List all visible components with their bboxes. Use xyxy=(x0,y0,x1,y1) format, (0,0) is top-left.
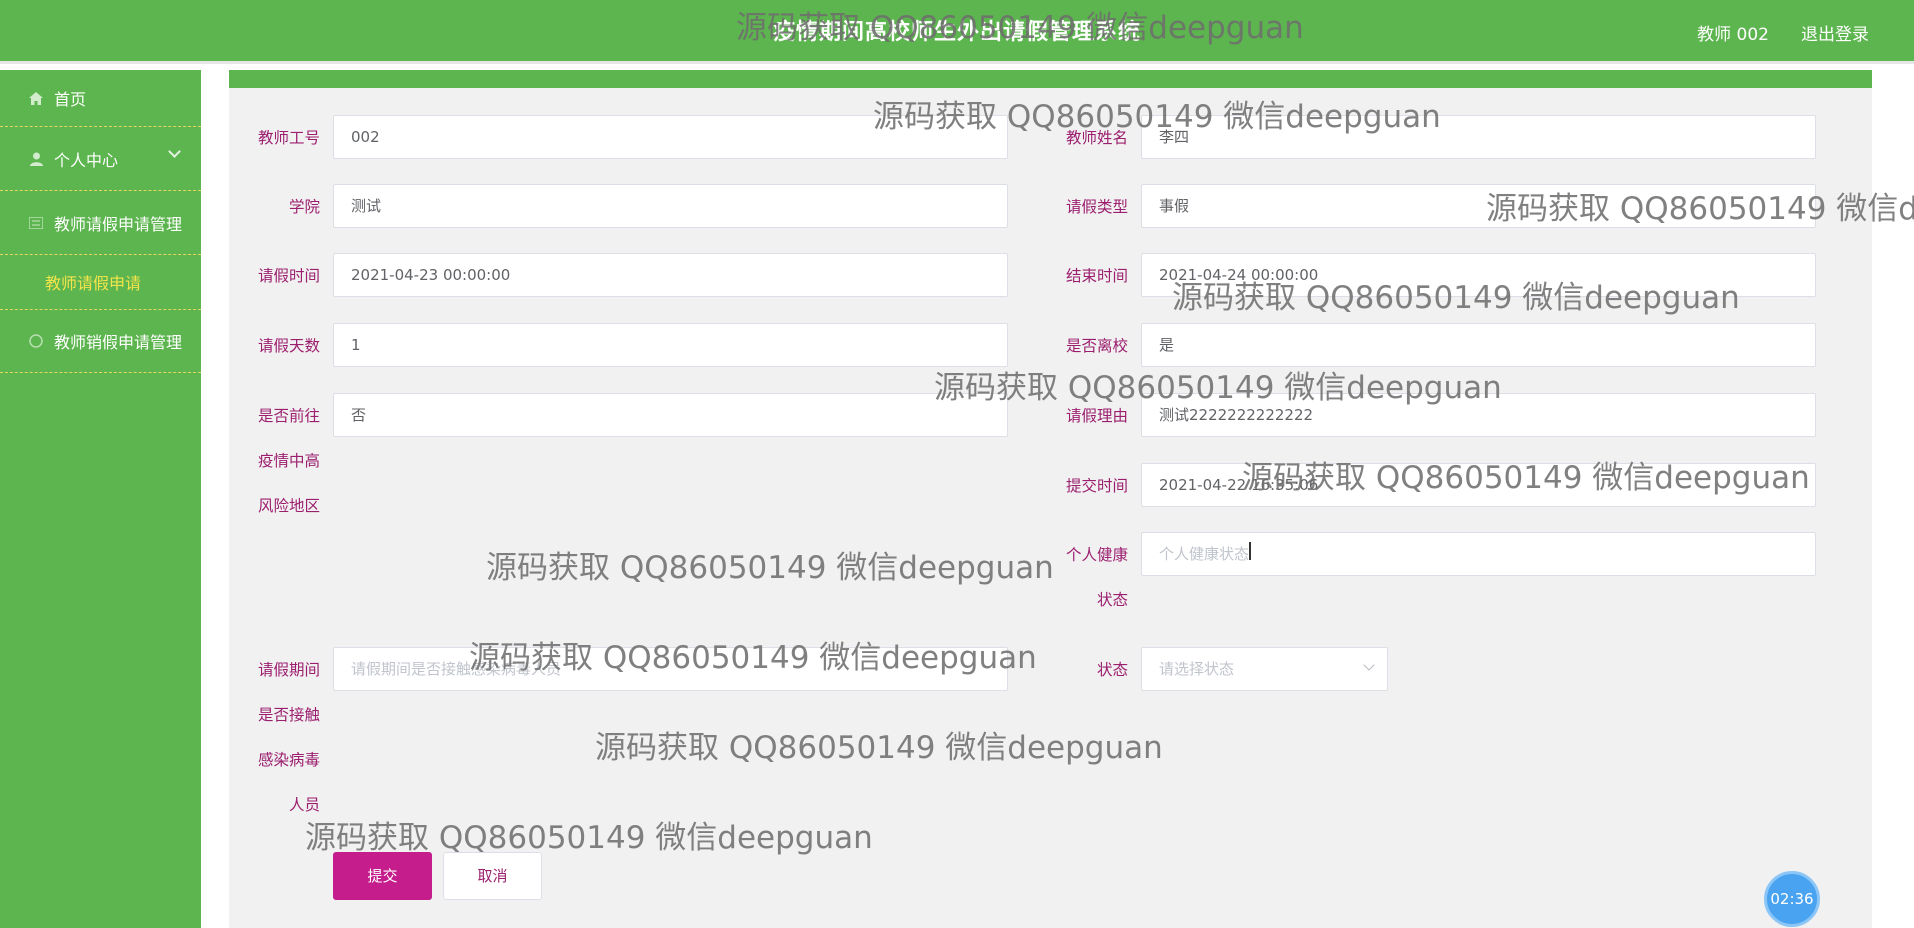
health-label-line1: 个人健康 xyxy=(1065,546,1128,564)
college-field[interactable]: 测试 xyxy=(333,184,1008,228)
chevron-down-icon xyxy=(168,145,181,158)
sidebar-item-cancel-management[interactable]: 教师销假申请管理 xyxy=(0,309,201,373)
top-header: 疫情期间高校师生外出请假管理系统 教师 002 退出登录 xyxy=(0,0,1914,64)
teacher-name-label: 教师姓名 xyxy=(1065,129,1128,147)
contact-label-line2: 是否接触 xyxy=(257,706,320,724)
status-select[interactable]: 请选择状态 xyxy=(1141,647,1388,691)
status-select-placeholder: 请选择状态 xyxy=(1159,660,1235,678)
cancel-button[interactable]: 取消 xyxy=(443,852,542,900)
teacher-id-field[interactable]: 002 xyxy=(333,115,1008,159)
reason-field[interactable]: 测试2222222222222 xyxy=(1141,393,1816,437)
leave-days-label: 请假天数 xyxy=(257,337,320,355)
risk-area-label-line2: 疫情中高 xyxy=(257,452,320,470)
sidebar: 首页 个人中心 教师请假申请管理 教师请假申请 教师销假申请管理 xyxy=(0,70,201,928)
status-label: 状态 xyxy=(1096,661,1128,679)
health-field[interactable]: 个人健康状态 xyxy=(1141,532,1816,576)
leave-end-label: 结束时间 xyxy=(1065,267,1128,285)
text-cursor xyxy=(1249,542,1251,560)
submit-time-field[interactable]: 2021-04-22 16:35:06 xyxy=(1141,463,1816,507)
contact-label-line4: 人员 xyxy=(288,796,320,814)
risk-area-label-line3: 风险地区 xyxy=(257,497,320,515)
contact-label-line3: 感染病毒 xyxy=(257,751,320,769)
sidebar-item-home[interactable]: 首页 xyxy=(0,70,201,127)
leave-start-field[interactable]: 2021-04-23 00:00:00 xyxy=(333,253,1008,297)
health-label-line2: 状态 xyxy=(1096,591,1128,609)
sidebar-item-label: 教师请假申请管理 xyxy=(54,214,183,234)
circle-icon xyxy=(28,333,44,349)
contact-field[interactable]: 请假期间是否接触感染病毒人员 xyxy=(333,647,1008,691)
breadcrumb-strip xyxy=(229,70,1872,88)
risk-area-label-line1: 是否前往 xyxy=(257,407,320,425)
current-user: 教师 002 xyxy=(1697,25,1769,45)
submit-time-label: 提交时间 xyxy=(1065,477,1128,495)
risk-area-field[interactable]: 否 xyxy=(333,393,1008,437)
leave-type-field[interactable]: 事假 xyxy=(1141,184,1816,228)
user-icon xyxy=(28,151,44,167)
sidebar-item-personal[interactable]: 个人中心 xyxy=(0,127,201,191)
home-icon xyxy=(28,90,44,106)
sidebar-item-label: 教师销假申请管理 xyxy=(54,333,183,352)
leave-school-label: 是否离校 xyxy=(1065,337,1128,355)
logout-link[interactable]: 退出登录 xyxy=(1801,20,1869,45)
college-label: 学院 xyxy=(288,198,320,216)
submit-button[interactable]: 提交 xyxy=(333,852,432,900)
teacher-id-label: 教师工号 xyxy=(257,129,320,147)
contact-label-line1: 请假期间 xyxy=(257,661,320,679)
sidebar-item-label: 个人中心 xyxy=(54,150,119,170)
leave-type-label: 请假类型 xyxy=(1065,198,1128,216)
sidebar-subitem-leave-apply[interactable]: 教师请假申请 xyxy=(0,255,201,309)
reason-label: 请假理由 xyxy=(1065,407,1128,425)
leave-school-field[interactable]: 是 xyxy=(1141,323,1816,367)
sidebar-item-leave-management[interactable]: 教师请假申请管理 xyxy=(0,191,201,255)
timer-badge: 02:36 xyxy=(1764,871,1820,927)
teacher-name-field[interactable]: 李四 xyxy=(1141,115,1816,159)
leave-start-label: 请假时间 xyxy=(257,267,320,285)
sidebar-item-label: 首页 xyxy=(54,90,87,109)
app-title: 疫情期间高校师生外出请假管理系统 xyxy=(772,20,1141,45)
list-icon xyxy=(28,215,44,231)
leave-end-field[interactable]: 2021-04-24 00:00:00 xyxy=(1141,253,1816,297)
chevron-down-icon xyxy=(1363,659,1375,671)
leave-days-field[interactable]: 1 xyxy=(333,323,1008,367)
